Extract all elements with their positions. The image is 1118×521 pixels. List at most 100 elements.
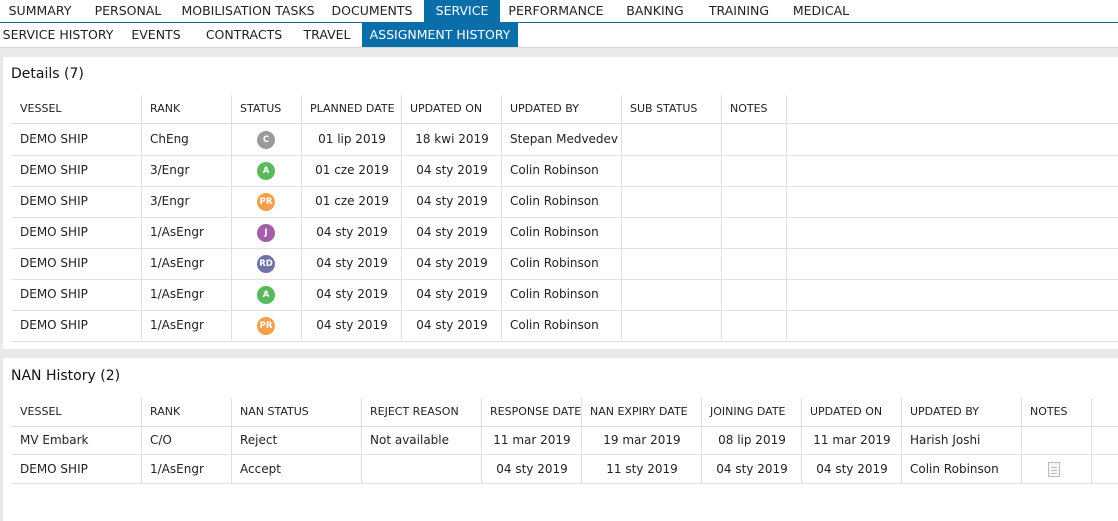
tab-training[interactable]: TRAINING bbox=[698, 0, 780, 22]
rank-cell: 1/AsEngr bbox=[150, 462, 204, 476]
nan-status-cell: Reject bbox=[240, 433, 278, 447]
tab-performance[interactable]: PERFORMANCE bbox=[500, 0, 612, 22]
table-row[interactable]: DEMO SHIP ChEng C 01 lip 2019 18 kwi 201… bbox=[11, 124, 1118, 156]
column-sub-status[interactable]: SUB STATUS bbox=[630, 95, 697, 123]
nan-status-cell: Accept bbox=[240, 462, 281, 476]
nan-table-header: VESSEL RANK NAN STATUS REJECT REASON RES… bbox=[11, 398, 1118, 427]
table-row[interactable]: DEMO SHIP 1/AsEngr RD 04 sty 2019 04 sty… bbox=[11, 248, 1118, 280]
updated-on-cell: 04 sty 2019 bbox=[816, 462, 888, 476]
nan-history-panel: NAN History (2) VESSEL RANK NAN STATUS R… bbox=[3, 358, 1118, 521]
table-row[interactable]: DEMO SHIP 1/AsEngr Accept 04 sty 2019 11… bbox=[11, 455, 1118, 484]
vessel-cell: DEMO SHIP bbox=[20, 287, 88, 301]
vessel-cell: DEMO SHIP bbox=[20, 163, 88, 177]
column-vessel[interactable]: VESSEL bbox=[20, 398, 62, 426]
nan-expiry-date-cell: 11 sty 2019 bbox=[606, 462, 678, 476]
tab-personal[interactable]: PERSONAL bbox=[80, 0, 176, 22]
column-notes[interactable]: NOTES bbox=[730, 95, 768, 123]
status-badge: A bbox=[257, 286, 275, 304]
vessel-cell: MV Embark bbox=[20, 433, 89, 447]
planned-date-cell: 04 sty 2019 bbox=[316, 287, 388, 301]
sub-tab-bar: SERVICE HISTORY EVENTS CONTRACTS TRAVEL … bbox=[0, 23, 1118, 48]
joining-date-cell: 04 sty 2019 bbox=[716, 462, 788, 476]
column-notes[interactable]: NOTES bbox=[1030, 398, 1068, 426]
column-status[interactable]: STATUS bbox=[240, 95, 281, 123]
nan-expiry-date-cell: 19 mar 2019 bbox=[603, 433, 681, 447]
tab-contracts[interactable]: CONTRACTS bbox=[196, 23, 292, 47]
column-rank[interactable]: RANK bbox=[150, 95, 180, 123]
response-date-cell: 11 mar 2019 bbox=[493, 433, 571, 447]
column-reject-reason[interactable]: REJECT REASON bbox=[370, 398, 459, 426]
updated-by-cell: Colin Robinson bbox=[510, 256, 599, 270]
updated-on-cell: 18 kwi 2019 bbox=[415, 132, 489, 146]
rank-cell: ChEng bbox=[150, 132, 189, 146]
tab-summary[interactable]: SUMMARY bbox=[0, 0, 80, 22]
tab-mobilisation-tasks[interactable]: MOBILISATION TASKS bbox=[176, 0, 320, 22]
table-row[interactable]: DEMO SHIP 3/Engr A 01 cze 2019 04 sty 20… bbox=[11, 155, 1118, 187]
column-nan-expiry-date[interactable]: NAN EXPIRY DATE bbox=[590, 398, 688, 426]
updated-by-cell: Colin Robinson bbox=[510, 318, 599, 332]
tab-service-history[interactable]: SERVICE HISTORY bbox=[0, 23, 116, 47]
status-badge: PR bbox=[257, 317, 275, 335]
updated-by-cell: Colin Robinson bbox=[510, 194, 599, 208]
updated-on-cell: 04 sty 2019 bbox=[416, 318, 488, 332]
updated-on-cell: 04 sty 2019 bbox=[416, 163, 488, 177]
planned-date-cell: 01 lip 2019 bbox=[318, 132, 386, 146]
updated-on-cell: 04 sty 2019 bbox=[416, 287, 488, 301]
rank-cell: 1/AsEngr bbox=[150, 287, 204, 301]
details-title: Details (7) bbox=[11, 66, 84, 82]
status-badge: J bbox=[257, 224, 275, 242]
vessel-cell: DEMO SHIP bbox=[20, 462, 88, 476]
vessel-cell: DEMO SHIP bbox=[20, 132, 88, 146]
rank-cell: 1/AsEngr bbox=[150, 256, 204, 270]
planned-date-cell: 01 cze 2019 bbox=[315, 163, 389, 177]
vessel-cell: DEMO SHIP bbox=[20, 194, 88, 208]
column-updated-by[interactable]: UPDATED BY bbox=[510, 95, 579, 123]
updated-on-cell: 11 mar 2019 bbox=[813, 433, 891, 447]
rank-cell: C/O bbox=[150, 433, 172, 447]
updated-by-cell: Stepan Medvedev bbox=[510, 132, 619, 146]
column-vessel[interactable]: VESSEL bbox=[20, 95, 62, 123]
updated-by-cell: Colin Robinson bbox=[510, 225, 599, 239]
nan-history-title: NAN History (2) bbox=[11, 368, 121, 384]
planned-date-cell: 04 sty 2019 bbox=[316, 318, 388, 332]
table-row[interactable]: DEMO SHIP 1/AsEngr PR 04 sty 2019 04 sty… bbox=[11, 310, 1118, 342]
tab-documents[interactable]: DOCUMENTS bbox=[320, 0, 424, 22]
status-badge: PR bbox=[257, 193, 275, 211]
table-row[interactable]: DEMO SHIP 1/AsEngr A 04 sty 2019 04 sty … bbox=[11, 279, 1118, 311]
planned-date-cell: 04 sty 2019 bbox=[316, 256, 388, 270]
tab-travel[interactable]: TRAVEL bbox=[292, 23, 362, 47]
table-row[interactable]: DEMO SHIP 3/Engr PR 01 cze 2019 04 sty 2… bbox=[11, 186, 1118, 218]
column-updated-on[interactable]: UPDATED ON bbox=[810, 398, 882, 426]
document-icon[interactable] bbox=[1048, 462, 1060, 477]
column-nan-status[interactable]: NAN STATUS bbox=[240, 398, 309, 426]
tab-medical[interactable]: MEDICAL bbox=[780, 0, 862, 22]
updated-by-cell: Colin Robinson bbox=[510, 163, 599, 177]
updated-on-cell: 04 sty 2019 bbox=[416, 194, 488, 208]
status-badge: RD bbox=[257, 255, 275, 273]
tab-assignment-history[interactable]: ASSIGNMENT HISTORY bbox=[362, 23, 518, 47]
table-row[interactable]: MV Embark C/O Reject Not available 11 ma… bbox=[11, 426, 1118, 455]
column-rank[interactable]: RANK bbox=[150, 398, 180, 426]
updated-on-cell: 04 sty 2019 bbox=[416, 256, 488, 270]
column-updated-on[interactable]: UPDATED ON bbox=[410, 95, 482, 123]
tab-banking[interactable]: BANKING bbox=[612, 0, 698, 22]
details-table-header: VESSEL RANK STATUS PLANNED DATE UPDATED … bbox=[11, 95, 1118, 124]
column-updated-by[interactable]: UPDATED BY bbox=[910, 398, 979, 426]
planned-date-cell: 01 cze 2019 bbox=[315, 194, 389, 208]
tab-events[interactable]: EVENTS bbox=[116, 23, 196, 47]
rank-cell: 3/Engr bbox=[150, 163, 190, 177]
rank-cell: 1/AsEngr bbox=[150, 225, 204, 239]
column-planned-date[interactable]: PLANNED DATE bbox=[310, 95, 395, 123]
tab-service[interactable]: SERVICE bbox=[424, 0, 500, 22]
column-joining-date[interactable]: JOINING DATE bbox=[710, 398, 786, 426]
updated-by-cell: Colin Robinson bbox=[510, 287, 599, 301]
response-date-cell: 04 sty 2019 bbox=[496, 462, 568, 476]
column-response-date[interactable]: RESPONSE DATE bbox=[490, 398, 581, 426]
vessel-cell: DEMO SHIP bbox=[20, 318, 88, 332]
table-row[interactable]: DEMO SHIP 1/AsEngr J 04 sty 2019 04 sty … bbox=[11, 217, 1118, 249]
rank-cell: 1/AsEngr bbox=[150, 318, 204, 332]
main-tab-bar: SUMMARY PERSONAL MOBILISATION TASKS DOCU… bbox=[0, 0, 1118, 23]
planned-date-cell: 04 sty 2019 bbox=[316, 225, 388, 239]
joining-date-cell: 08 lip 2019 bbox=[718, 433, 786, 447]
status-badge: A bbox=[257, 162, 275, 180]
